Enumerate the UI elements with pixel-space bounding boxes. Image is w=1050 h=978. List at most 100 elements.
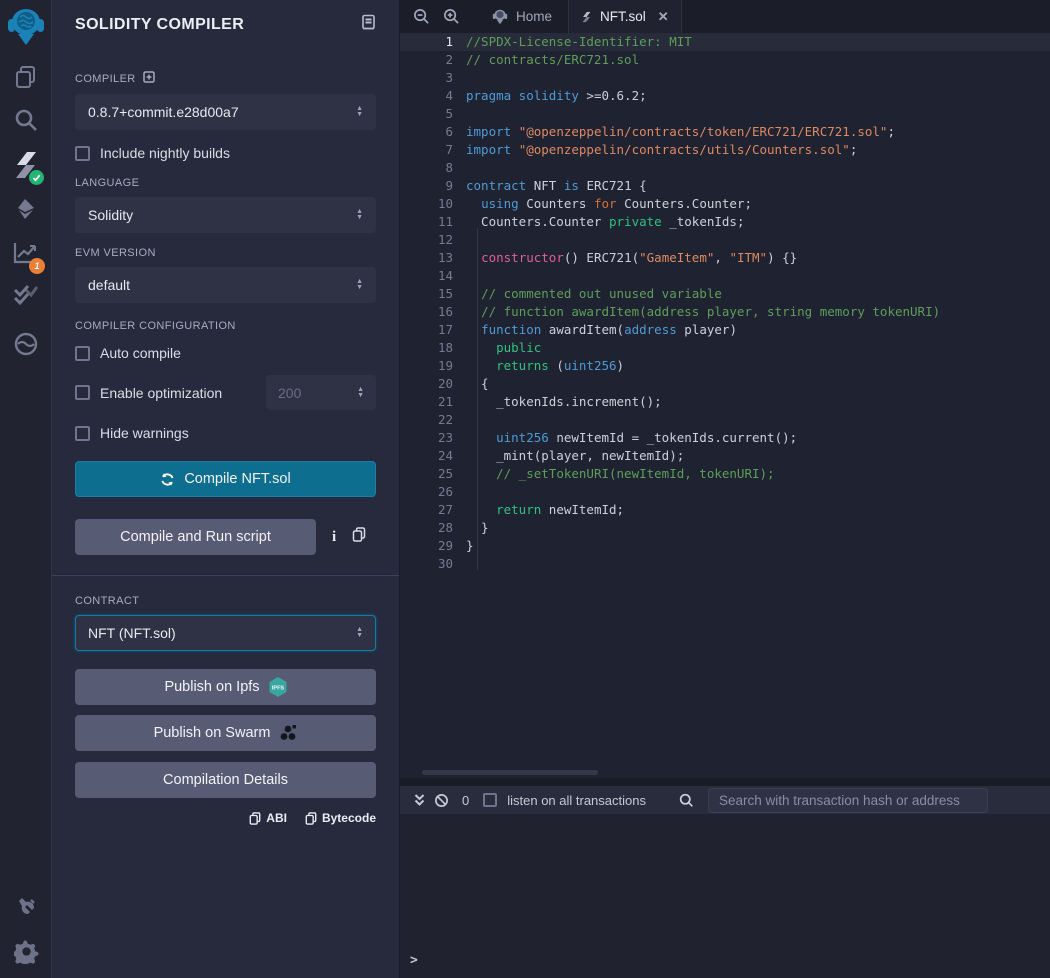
editor-tabbar: Home NFT.sol ✕ — [400, 0, 1050, 33]
code-line[interactable]: 16 // function awardItem(address player,… — [400, 303, 1050, 321]
code-line[interactable]: 11 Counters.Counter private _tokenIds; — [400, 213, 1050, 231]
info-icon[interactable]: i — [332, 529, 336, 546]
code-line[interactable]: 28 } — [400, 519, 1050, 537]
code-line[interactable]: 7import "@openzeppelin/contracts/utils/C… — [400, 141, 1050, 159]
code-line[interactable]: 12 — [400, 231, 1050, 249]
code-line[interactable]: 9contract NFT is ERC721 { — [400, 177, 1050, 195]
terminal-output[interactable]: > — [400, 814, 1050, 978]
optimization-runs-input[interactable]: 200 ▲▼ — [266, 375, 376, 410]
copy-icon — [305, 812, 317, 825]
code-line[interactable]: 21 _tokenIds.increment(); — [400, 393, 1050, 411]
line-number: 27 — [400, 501, 466, 519]
code-editor[interactable]: 1//SPDX-License-Identifier: MIT2// contr… — [400, 33, 1050, 778]
line-content: // commented out unused variable — [466, 285, 722, 303]
plugin-manager-icon[interactable] — [0, 895, 52, 920]
copy-icon[interactable] — [352, 527, 366, 547]
publish-ipfs-button[interactable]: Publish on Ipfs IPFS — [75, 669, 376, 705]
language-select[interactable]: Solidity ▲▼ — [75, 197, 376, 233]
select-caret-icon: ▲▼ — [356, 106, 363, 118]
code-line[interactable]: 6import "@openzeppelin/contracts/token/E… — [400, 123, 1050, 141]
close-tab-icon[interactable]: ✕ — [658, 9, 669, 25]
code-line[interactable]: 15 // commented out unused variable — [400, 285, 1050, 303]
indent-guide — [477, 228, 478, 570]
clear-console-icon[interactable] — [430, 793, 452, 808]
line-content: uint256 newItemId = _tokenIds.current(); — [466, 429, 797, 447]
line-number: 29 — [400, 537, 466, 555]
plugin-chart-icon[interactable]: 1 — [0, 240, 52, 266]
code-line[interactable]: 24 _mint(player, newItemId); — [400, 447, 1050, 465]
code-line[interactable]: 2// contracts/ERC721.sol — [400, 51, 1050, 69]
compiler-config-section-label: COMPILER CONFIGURATION — [75, 320, 376, 332]
code-line[interactable]: 8 — [400, 159, 1050, 177]
tab-home[interactable]: Home — [476, 0, 568, 33]
auto-compile-checkbox[interactable] — [75, 346, 90, 361]
code-line[interactable]: 13 constructor() ERC721("GameItem", "ITM… — [400, 249, 1050, 267]
remix-logo-icon[interactable] — [0, 7, 52, 47]
code-line[interactable]: 5 — [400, 105, 1050, 123]
terminal-resize-handle[interactable] — [400, 778, 1050, 786]
compilation-details-button[interactable]: Compilation Details — [75, 762, 376, 798]
line-number: 19 — [400, 357, 466, 375]
code-line[interactable]: 23 uint256 newItemId = _tokenIds.current… — [400, 429, 1050, 447]
code-line[interactable]: 29} — [400, 537, 1050, 555]
tab-nft-sol[interactable]: NFT.sol ✕ — [568, 0, 682, 33]
enable-optimization-checkbox[interactable] — [75, 385, 90, 400]
code-line[interactable]: 20 { — [400, 375, 1050, 393]
documentation-book-icon[interactable] — [361, 14, 376, 36]
static-analysis-icon[interactable] — [0, 283, 52, 307]
zoom-in-icon[interactable] — [436, 0, 466, 33]
line-number: 7 — [400, 141, 466, 159]
code-line[interactable]: 30 — [400, 555, 1050, 573]
line-number: 4 — [400, 87, 466, 105]
code-line[interactable]: 18 public — [400, 339, 1050, 357]
line-number: 6 — [400, 123, 466, 141]
collapse-terminal-icon[interactable] — [408, 793, 430, 807]
line-number: 10 — [400, 195, 466, 213]
copy-bytecode-button[interactable]: Bytecode — [305, 811, 376, 825]
compiler-version-select[interactable]: 0.8.7+commit.e28d00a7 ▲▼ — [75, 94, 376, 130]
listen-transactions-checkbox[interactable] — [483, 793, 497, 807]
line-content: constructor() ERC721("GameItem", "ITM") … — [466, 249, 797, 267]
terminal-search-input[interactable] — [708, 788, 988, 813]
code-line[interactable]: 3 — [400, 69, 1050, 87]
code-line[interactable]: 17 function awardItem(address player) — [400, 321, 1050, 339]
line-number: 16 — [400, 303, 466, 321]
debugger-icon[interactable] — [0, 331, 52, 357]
settings-gear-icon[interactable] — [0, 939, 52, 964]
deploy-run-icon[interactable] — [0, 197, 52, 221]
compile-and-run-button[interactable]: Compile and Run script — [75, 519, 316, 555]
code-line[interactable]: 4pragma solidity >=0.6.2; — [400, 87, 1050, 105]
add-compiler-icon[interactable] — [143, 71, 155, 86]
publish-swarm-button[interactable]: Publish on Swarm — [75, 715, 376, 751]
line-content: //SPDX-License-Identifier: MIT — [466, 33, 692, 51]
search-icon[interactable] — [0, 107, 52, 133]
line-number: 30 — [400, 555, 466, 573]
nightly-builds-label: Include nightly builds — [100, 145, 230, 161]
copy-abi-button[interactable]: ABI — [249, 811, 287, 825]
ipfs-badge-icon: IPFS — [269, 677, 287, 697]
hide-warnings-checkbox[interactable] — [75, 426, 90, 441]
listen-transactions-label: listen on all transactions — [507, 793, 646, 808]
horizontal-scrollbar[interactable] — [422, 770, 598, 775]
line-number: 26 — [400, 483, 466, 501]
code-line[interactable]: 26 — [400, 483, 1050, 501]
solidity-compiler-icon[interactable] — [0, 150, 52, 180]
zoom-out-icon[interactable] — [406, 0, 436, 33]
code-line[interactable]: 27 return newItemId; — [400, 501, 1050, 519]
code-line[interactable]: 10 using Counters for Counters.Counter; — [400, 195, 1050, 213]
copy-icon — [249, 812, 261, 825]
code-line[interactable]: 19 returns (uint256) — [400, 357, 1050, 375]
contract-select[interactable]: NFT (NFT.sol) ▲▼ — [75, 615, 376, 651]
code-line[interactable]: 25 // _setTokenURI(newItemId, tokenURI); — [400, 465, 1050, 483]
code-line[interactable]: 22 — [400, 411, 1050, 429]
line-content: import "@openzeppelin/contracts/utils/Co… — [466, 141, 857, 159]
code-line[interactable]: 1//SPDX-License-Identifier: MIT — [400, 33, 1050, 51]
nightly-builds-checkbox[interactable] — [75, 146, 90, 161]
compile-button[interactable]: Compile NFT.sol — [75, 461, 376, 497]
stepper-caret-icon[interactable]: ▲▼ — [357, 387, 364, 399]
evm-version-select[interactable]: default ▲▼ — [75, 267, 376, 303]
file-explorer-icon[interactable] — [0, 64, 52, 90]
line-number: 9 — [400, 177, 466, 195]
line-number: 11 — [400, 213, 466, 231]
code-line[interactable]: 14 — [400, 267, 1050, 285]
